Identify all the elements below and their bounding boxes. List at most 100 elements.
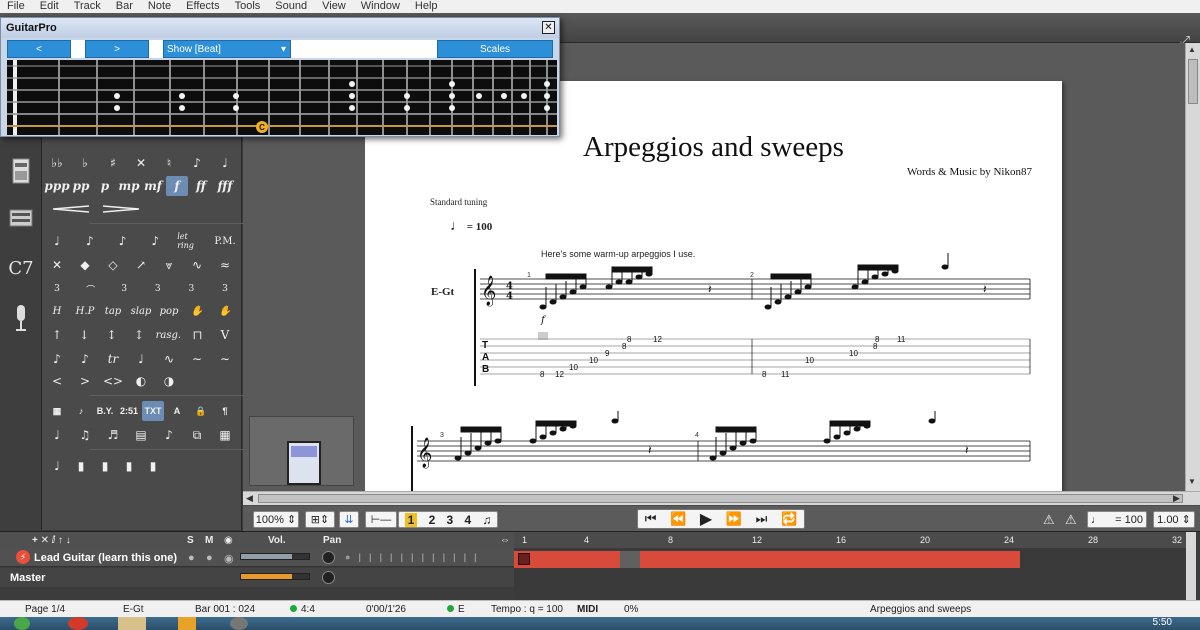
barre-button[interactable]: B.Y. bbox=[94, 401, 116, 421]
trill-tr-icon[interactable]: tr bbox=[102, 349, 124, 369]
rasgueado-button[interactable]: rasg. bbox=[155, 325, 181, 345]
rhythm-bars4-icon[interactable]: ▮ bbox=[142, 456, 164, 476]
fret-marker[interactable] bbox=[521, 93, 527, 99]
folder-icon[interactable] bbox=[118, 617, 146, 630]
ruler-icon[interactable]: ▤ bbox=[130, 425, 152, 445]
menu-item-file[interactable]: File bbox=[0, 0, 33, 13]
slide-down-icon[interactable]: 3 bbox=[214, 279, 236, 299]
add-track-icon[interactable]: + ✕ ⅈ ↑ ↓ bbox=[32, 535, 71, 546]
menu-item-sound[interactable]: Sound bbox=[268, 0, 315, 13]
dynamic-p-button[interactable]: p bbox=[94, 176, 116, 196]
scales-button[interactable]: Scales bbox=[437, 40, 553, 58]
scroll-right-icon[interactable]: ▶ bbox=[1173, 493, 1180, 504]
page-thumbnail[interactable] bbox=[249, 416, 354, 486]
visibility-toggle[interactable]: ◉ bbox=[224, 552, 234, 565]
scroll-down-icon[interactable]: ▼ bbox=[1188, 477, 1196, 486]
paragraph-icon[interactable]: ¶ bbox=[214, 401, 236, 421]
dynamic-mp-button[interactable]: mp bbox=[118, 176, 140, 196]
chord-icon[interactable]: C7 bbox=[4, 248, 38, 288]
flat-icon[interactable]: ♭ bbox=[74, 153, 96, 173]
grace-note-icon[interactable]: ♪ bbox=[186, 153, 208, 173]
scroll-left-icon[interactable]: ◀ bbox=[246, 493, 253, 504]
zoom-select[interactable]: 100% ⇕ bbox=[253, 511, 299, 528]
first-bar-icon[interactable]: ⏮ bbox=[645, 511, 657, 527]
guitarpro-taskbar-icon[interactable] bbox=[230, 617, 248, 630]
menu-item-window[interactable]: Window bbox=[354, 0, 408, 13]
text-a-icon[interactable]: A bbox=[166, 401, 188, 421]
slide-icon[interactable]: 3 bbox=[46, 279, 68, 299]
fretboard-titlebar[interactable]: GuitarPro ✕ bbox=[1, 18, 559, 38]
menu-item-edit[interactable]: Edit bbox=[33, 0, 67, 13]
scroll-thumb[interactable] bbox=[1188, 59, 1198, 104]
track-bars[interactable] bbox=[514, 551, 1020, 568]
harmonic-icon[interactable]: ◆ bbox=[74, 255, 96, 275]
natural-icon[interactable]: ♮ bbox=[158, 153, 180, 173]
vibrato-bar-icon[interactable]: ∿ bbox=[158, 349, 180, 369]
dynamic-f-button[interactable]: f bbox=[166, 176, 188, 196]
tempo-box[interactable]: ♩ = 100 bbox=[1087, 511, 1147, 528]
rewind-icon[interactable]: ⏪ bbox=[670, 511, 686, 527]
left-hand-icon[interactable]: ✋ bbox=[186, 301, 208, 321]
fret-marker[interactable] bbox=[476, 93, 482, 99]
slap-button[interactable]: slap bbox=[130, 301, 152, 321]
fret-marker[interactable] bbox=[544, 105, 550, 111]
microphone-icon[interactable] bbox=[4, 298, 38, 338]
slide-out-icon[interactable]: 3 bbox=[147, 279, 169, 299]
master-pan-knob[interactable] bbox=[322, 571, 335, 584]
mute-toggle[interactable]: ● bbox=[206, 552, 213, 564]
solo-toggle[interactable]: ● bbox=[188, 552, 195, 564]
app-icon[interactable] bbox=[178, 617, 196, 630]
metronome-icon[interactable]: ⚠ bbox=[1043, 512, 1055, 528]
volume-slider[interactable] bbox=[240, 553, 310, 560]
browser-icon[interactable] bbox=[68, 617, 88, 630]
show-dropdown[interactable]: Show [Beat] ▾ bbox=[163, 40, 291, 58]
rhythm-bars-icon[interactable]: ▮ bbox=[70, 456, 92, 476]
fret-marker[interactable] bbox=[349, 105, 355, 111]
fret-marker[interactable] bbox=[449, 105, 455, 111]
slide-legato-icon[interactable]: ⌒ bbox=[80, 279, 102, 299]
fret-marker[interactable] bbox=[114, 105, 120, 111]
fast-forward-icon[interactable]: ⏩ bbox=[726, 511, 742, 527]
auto-icon[interactable]: ♪ bbox=[158, 425, 180, 445]
rack-icon[interactable] bbox=[4, 198, 38, 238]
voice-3-button[interactable]: 3 bbox=[447, 513, 454, 527]
beam-icon[interactable]: ♫ bbox=[74, 425, 96, 445]
rhythm-bars2-icon[interactable]: ▮ bbox=[94, 456, 116, 476]
hammer-on-icon[interactable]: H bbox=[46, 301, 68, 321]
track-scrollbar[interactable] bbox=[1186, 532, 1196, 601]
voice-1-button[interactable]: 1 bbox=[404, 512, 418, 527]
dynamic-pp-button[interactable]: pp bbox=[70, 176, 92, 196]
bend-icon[interactable]: ↗ bbox=[130, 255, 152, 275]
sharp-icon[interactable]: ♯ bbox=[102, 153, 124, 173]
track-timeline[interactable]: 1 4 8 12 16 20 24 28 32 bbox=[514, 532, 1187, 601]
voice-2-button[interactable]: 2 bbox=[429, 513, 436, 527]
next-button[interactable]: > bbox=[85, 40, 149, 58]
slide-in-icon[interactable]: 3 bbox=[180, 279, 202, 299]
play-icon[interactable]: ▶ bbox=[700, 509, 712, 529]
dynamic-ppp-button[interactable]: ppp bbox=[44, 176, 69, 196]
tremolo-picking-icon[interactable]: ♩ bbox=[130, 349, 152, 369]
auto-note-icon[interactable]: ♩ bbox=[46, 425, 68, 445]
menu-item-tools[interactable]: Tools bbox=[228, 0, 269, 13]
harmonic-artificial-icon[interactable]: ◇ bbox=[102, 255, 124, 275]
text-icon[interactable]: ♪ bbox=[70, 401, 92, 421]
voice-4-button[interactable]: 4 bbox=[464, 513, 471, 527]
wah-open-icon[interactable]: ◐ bbox=[130, 371, 152, 391]
txt-button[interactable]: TXT bbox=[142, 401, 164, 421]
timer-button[interactable]: 2:51 bbox=[118, 401, 140, 421]
tap-button[interactable]: tap bbox=[102, 301, 124, 321]
volume-swell-icon[interactable]: <> bbox=[102, 371, 124, 391]
dynamic-fff-button[interactable]: fff bbox=[214, 176, 236, 196]
wide-vibrato-icon[interactable]: ≈ bbox=[214, 255, 236, 275]
fret-marker[interactable] bbox=[449, 81, 455, 87]
fade-out-icon[interactable]: > bbox=[74, 371, 96, 391]
fret-marker[interactable] bbox=[114, 93, 120, 99]
menu-item-bar[interactable]: Bar bbox=[109, 0, 141, 13]
stroke-down-icon[interactable]: ↓ bbox=[73, 325, 95, 345]
dynamic-ff-button[interactable]: ff bbox=[190, 176, 212, 196]
dead-note-icon[interactable]: ✕ bbox=[46, 255, 68, 275]
track-row-master[interactable]: Master bbox=[0, 568, 514, 587]
heavy-accent-icon[interactable]: ♪ bbox=[112, 231, 134, 251]
slide-shift-icon[interactable]: 3 bbox=[113, 279, 135, 299]
fret-marker[interactable] bbox=[349, 93, 355, 99]
